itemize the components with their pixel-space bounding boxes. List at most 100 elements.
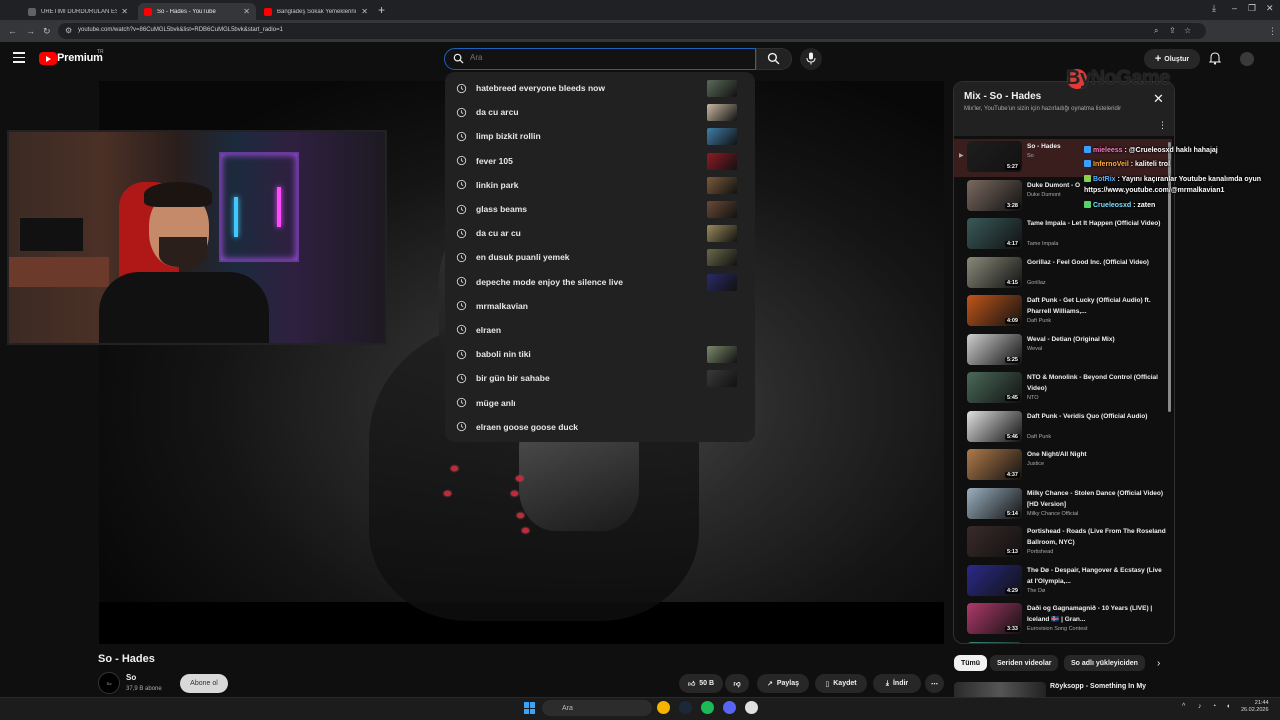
- playlist-item-thumbnail[interactable]: 5:45: [967, 372, 1022, 403]
- browser-tab-active[interactable]: So - Hades - YouTube ✕: [138, 3, 256, 20]
- steam-icon[interactable]: [679, 701, 692, 714]
- chip-all[interactable]: Tümü: [954, 655, 988, 671]
- like-button[interactable]: 👍︎ 50 B: [679, 674, 723, 693]
- browser-tab[interactable]: ÜRETİMİ DURDURULAN ESKİ A ✕: [22, 3, 134, 20]
- playlist-item-thumbnail[interactable]: 5:13: [967, 526, 1022, 557]
- playlist-item-thumbnail[interactable]: 3:33: [967, 603, 1022, 634]
- playlist-item[interactable]: 5:25 Weval - Detian (Original Mix) Weval: [954, 332, 1172, 370]
- share-button[interactable]: ↗ Paylaş: [757, 674, 809, 693]
- channel-name[interactable]: So: [126, 673, 136, 682]
- new-tab-button[interactable]: +: [378, 3, 385, 17]
- hamburger-menu-icon[interactable]: [13, 52, 25, 64]
- playlist-item-thumbnail[interactable]: 4:17: [967, 218, 1022, 249]
- url-text[interactable]: youtube.com/watch?v=86CuMGL5bvk&list=RDB…: [78, 27, 283, 33]
- playlist-item-thumbnail[interactable]: 4:09: [967, 295, 1022, 326]
- spotify-icon[interactable]: [701, 701, 714, 714]
- chevron-right-icon[interactable]: ›: [1157, 658, 1160, 669]
- search-suggestion[interactable]: da cu arcu: [445, 100, 755, 124]
- playlist-item-thumbnail[interactable]: 4:15: [967, 256, 1022, 288]
- tab-close-icon[interactable]: ✕: [243, 7, 250, 16]
- search-suggestion[interactable]: hatebreed everyone bleeds now: [445, 76, 755, 100]
- playlist-item-title[interactable]: One Night/All Night: [1027, 449, 1167, 460]
- playlist-item-title[interactable]: Gorillaz - Feel Good Inc. (Official Vide…: [1027, 257, 1167, 268]
- dislike-button[interactable]: 👎︎: [725, 674, 749, 693]
- site-info-icon[interactable]: ⚙: [65, 26, 72, 35]
- search-suggestion[interactable]: baboli nin tiki: [445, 342, 755, 366]
- search-icon[interactable]: [767, 52, 780, 65]
- search-suggestion[interactable]: bir gün bir sahabe: [445, 366, 755, 390]
- browser-menu-icon[interactable]: ⋮: [1268, 25, 1277, 37]
- subscribe-button[interactable]: Abone ol: [180, 674, 228, 693]
- save-button[interactable]: ▯ Kaydet: [815, 674, 867, 693]
- search-suggestion[interactable]: glass beams: [445, 197, 755, 221]
- taskbar-clock[interactable]: 21:44 26.02.2026: [1241, 700, 1269, 714]
- playlist-item-thumbnail[interactable]: 4:37: [967, 449, 1022, 480]
- playlist-item-thumbnail[interactable]: [967, 641, 1022, 643]
- obs-icon[interactable]: [745, 701, 758, 714]
- suggestion-thumbnail[interactable]: [707, 104, 737, 122]
- playlist-item[interactable]: 4:37 One Night/All Night Justice: [954, 447, 1172, 485]
- notifications-bell-icon[interactable]: [1209, 52, 1221, 65]
- related-video-title[interactable]: Röyksopp - Something In My: [1050, 683, 1146, 690]
- playlist-item[interactable]: 5:13 Portishead - Roads (Live From The Ro…: [954, 524, 1172, 562]
- taskbar-search[interactable]: Ara: [542, 700, 652, 716]
- playlist-item-thumbnail[interactable]: 5:14: [967, 487, 1022, 519]
- url-field[interactable]: ⚙ youtube.com/watch?v=86CuMGL5bvk&list=R…: [58, 23, 1206, 39]
- account-avatar[interactable]: [1240, 52, 1254, 66]
- tray-chevron-icon[interactable]: ^: [1182, 703, 1185, 710]
- suggestion-thumbnail[interactable]: [707, 200, 737, 218]
- zoom-icon[interactable]: ⌕: [1154, 26, 1158, 36]
- playlist-item-title[interactable]: NTO & Monolink - Beyond Control (Officia…: [1027, 372, 1167, 394]
- back-icon[interactable]: ←: [8, 25, 17, 37]
- chip-series[interactable]: Seriden videolar: [990, 655, 1059, 671]
- suggestion-thumbnail[interactable]: [707, 176, 737, 194]
- playlist-item-thumbnail[interactable]: 5:25: [967, 333, 1022, 365]
- downloads-icon[interactable]: ⤓: [1212, 3, 1216, 14]
- suggestion-thumbnail[interactable]: [707, 152, 737, 170]
- minimize-icon[interactable]: –: [1232, 3, 1237, 13]
- more-vert-icon[interactable]: ⋮: [1158, 120, 1167, 131]
- volume-icon[interactable]: ◖: [1226, 703, 1230, 710]
- download-button[interactable]: ⤓ İndir: [873, 674, 921, 693]
- network-icon[interactable]: ◔: [1212, 703, 1216, 710]
- playlist-item-title[interactable]: Daði og Gagnamagnið - 10 Years (LIVE) | …: [1027, 603, 1167, 625]
- search-suggestion[interactable]: linkin park: [445, 173, 755, 197]
- search-suggestion[interactable]: müge anlı: [445, 390, 755, 414]
- playlist-item-thumbnail[interactable]: 5:46: [967, 410, 1022, 442]
- playlist-item[interactable]: 5:46 Daft Punk - Veridis Quo (Official Au…: [954, 409, 1172, 447]
- playlist-item[interactable]: Daft Punk - One More Time (Official Vide…: [954, 640, 1172, 643]
- playlist-item[interactable]: ▶ 5:27 So - Hades So: [954, 139, 1172, 177]
- playlist-item-title[interactable]: Daft Punk - Get Lucky (Official Audio) f…: [1027, 295, 1167, 317]
- search-suggestion[interactable]: elraen goose goose duck: [445, 415, 755, 439]
- playlist-item[interactable]: 3:33 Daði og Gagnamagnið - 10 Years (LIVE…: [954, 601, 1172, 639]
- playlist-item-thumbnail[interactable]: 3:28: [967, 179, 1022, 211]
- playlist-item[interactable]: 3:28 Duke Dumont - O Duke Dumont: [954, 178, 1172, 216]
- mic-tray-icon[interactable]: ♪: [1198, 703, 1202, 710]
- search-suggestion[interactable]: elraen: [445, 318, 755, 342]
- playlist-item[interactable]: 4:15 Gorillaz - Feel Good Inc. (Official …: [954, 255, 1172, 293]
- search-suggestion[interactable]: en dusuk puanli yemek: [445, 245, 755, 269]
- suggestion-thumbnail[interactable]: [707, 273, 737, 291]
- search-suggestion[interactable]: da cu ar cu: [445, 221, 755, 245]
- suggestion-thumbnail[interactable]: [707, 80, 737, 97]
- youtube-premium-logo[interactable]: Premium: [57, 52, 103, 64]
- chrome-icon[interactable]: [657, 701, 670, 714]
- search-suggestion[interactable]: mrmalkavian: [445, 294, 755, 318]
- search-input[interactable]: [470, 53, 740, 62]
- playlist-item[interactable]: 4:29 The Dø - Despair, Hangover & Ecstasy…: [954, 563, 1172, 601]
- search-suggestion[interactable]: fever 105: [445, 149, 755, 173]
- maximize-icon[interactable]: ❐: [1248, 3, 1256, 14]
- close-window-icon[interactable]: ✕: [1266, 3, 1274, 14]
- microphone-icon[interactable]: [806, 52, 816, 65]
- close-icon[interactable]: ✕: [1153, 92, 1164, 105]
- playlist-item[interactable]: 5:14 Milky Chance - Stolen Dance (Officia…: [954, 486, 1172, 524]
- youtube-logo-icon[interactable]: [39, 52, 57, 65]
- playlist-item[interactable]: 5:45 NTO & Monolink - Beyond Control (Off…: [954, 370, 1172, 408]
- channel-avatar[interactable]: So: [98, 672, 120, 694]
- playlist-item-thumbnail[interactable]: 5:27: [967, 141, 1022, 172]
- playlist-item-thumbnail[interactable]: 4:29: [967, 564, 1022, 596]
- playlist-item-title[interactable]: The Dø - Despair, Hangover & Ecstasy (Li…: [1027, 565, 1167, 587]
- suggestion-thumbnail[interactable]: [707, 128, 737, 146]
- suggestion-thumbnail[interactable]: [707, 249, 737, 267]
- suggestion-thumbnail[interactable]: [707, 346, 737, 364]
